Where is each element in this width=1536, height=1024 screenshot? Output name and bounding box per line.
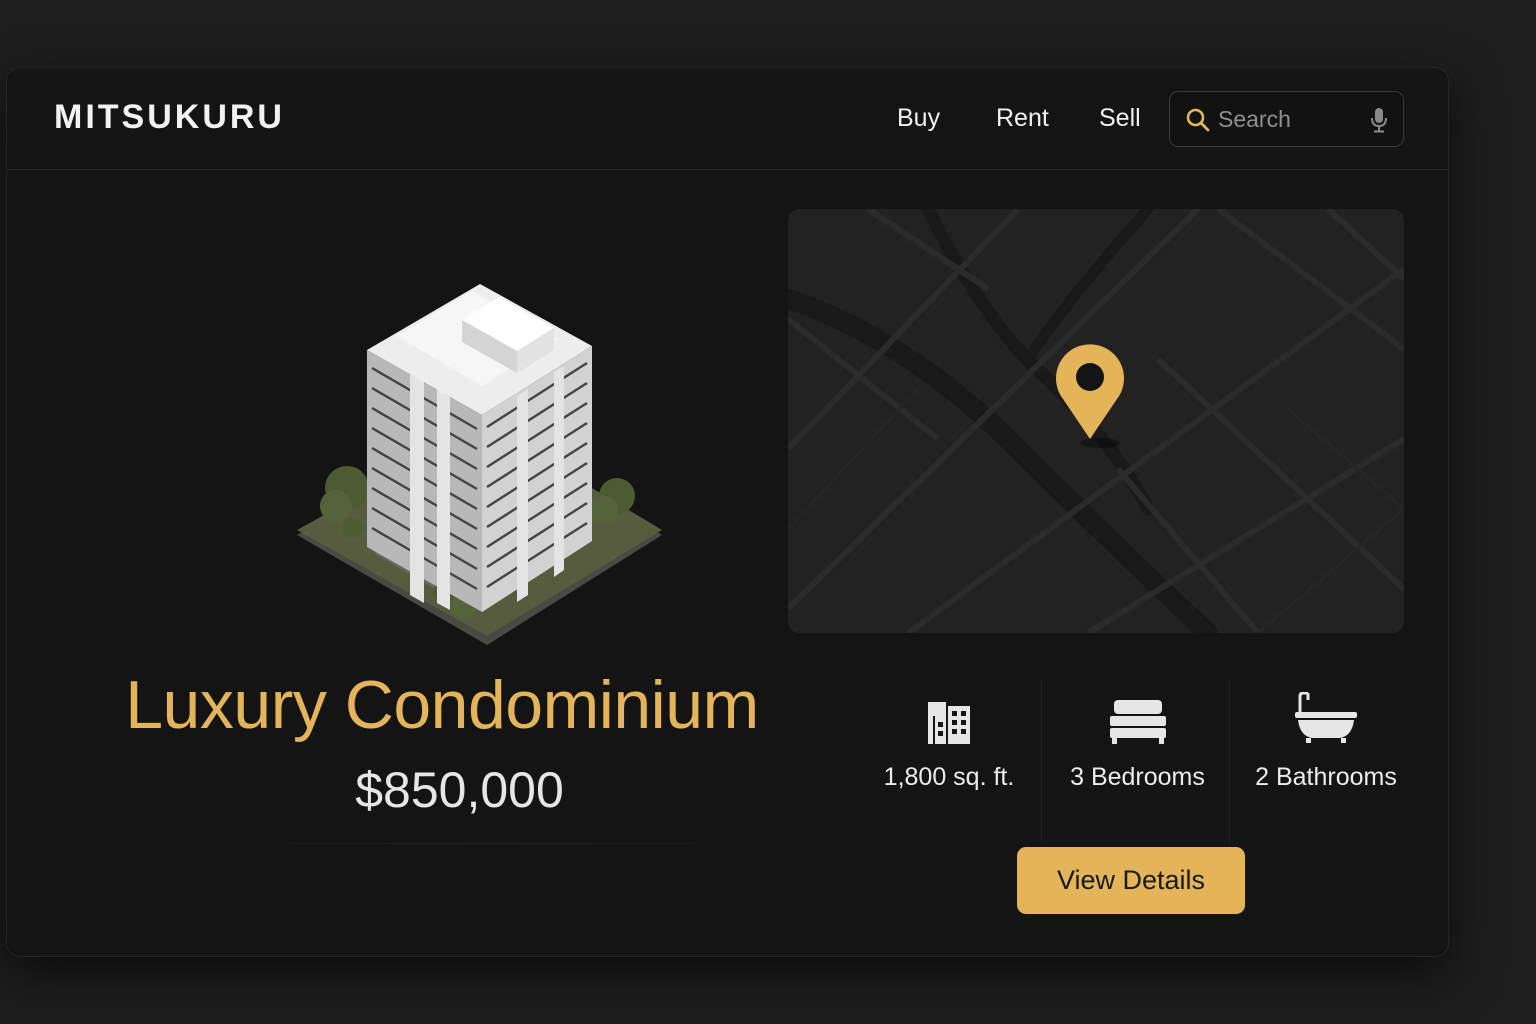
view-details-button[interactable]: View Details [1017,847,1245,914]
bed-icon [1109,700,1166,744]
stat-bathrooms-label: 2 Bathrooms [1255,763,1397,791]
search-icon [1186,108,1210,132]
location-map[interactable] [788,209,1404,633]
stat-bedrooms: 3 Bedrooms [1055,678,1220,792]
stat-bathrooms: 2 Bathrooms [1241,678,1411,792]
top-navigation: MITSUKURU Buy Rent Sell [7,68,1448,170]
condominium-illustration [297,284,662,645]
stat-area: 1,800 sq. ft. [869,678,1029,792]
nav-sell[interactable]: Sell [1099,104,1141,133]
brand-logo[interactable]: MITSUKURU [54,98,285,137]
stat-divider [1041,678,1042,843]
section-divider [187,843,797,844]
listing-card: MITSUKURU Buy Rent Sell Search Luxury Co… [6,67,1449,957]
bathtub-icon [1295,692,1357,743]
building-icon [928,702,970,744]
map-pin-icon[interactable] [1051,339,1129,449]
search-input[interactable] [1218,102,1358,136]
nav-buy[interactable]: Buy [897,104,940,133]
microphone-icon[interactable] [1369,106,1389,134]
stat-area-label: 1,800 sq. ft. [883,763,1015,791]
stat-divider [1229,678,1230,843]
listing-title: Luxury Condominium [125,667,759,743]
nav-rent[interactable]: Rent [996,104,1049,133]
listing-price: $850,000 [355,762,564,818]
search-box [1169,91,1404,147]
stat-bedrooms-label: 3 Bedrooms [1070,763,1205,791]
